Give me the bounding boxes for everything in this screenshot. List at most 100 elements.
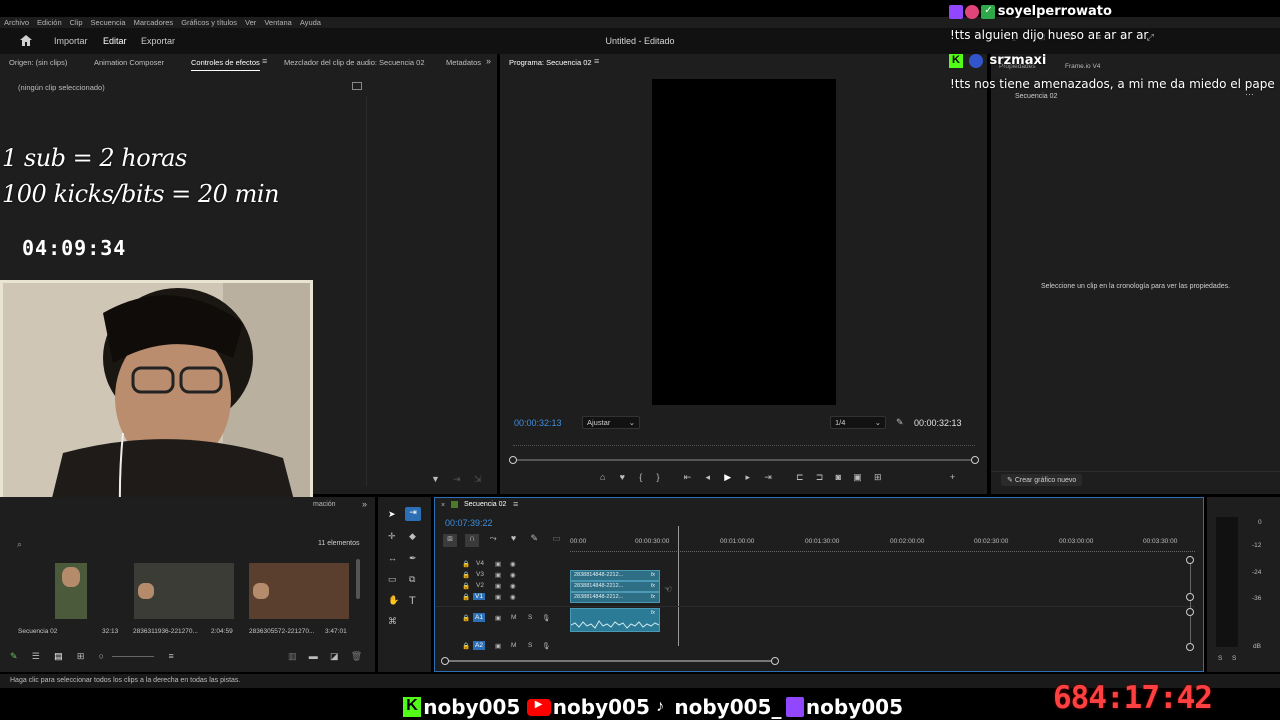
project-scrollbar[interactable]: [356, 559, 360, 599]
menu-archivo[interactable]: Archivo: [4, 18, 29, 27]
sequence-tab[interactable]: Secuencia 02: [464, 501, 506, 508]
tab-audio-mixer[interactable]: Mezclador del clip de audio: Secuencia 0…: [284, 58, 425, 67]
program-video-frame[interactable]: [652, 79, 836, 405]
new-item-icon[interactable]: ◪: [330, 651, 339, 661]
track-label[interactable]: A1: [473, 613, 485, 622]
icon-view-icon[interactable]: ▤: [54, 651, 63, 661]
eye-icon[interactable]: ◉: [510, 593, 516, 601]
clip-v3[interactable]: 2838814848-2212... fx: [570, 570, 660, 581]
automate-icon[interactable]: ▥: [288, 651, 297, 661]
lock-icon[interactable]: 🔒: [462, 642, 470, 650]
go-to-in-icon[interactable]: ⇤: [684, 472, 692, 482]
menu-ventana[interactable]: Ventana: [264, 18, 292, 27]
track-label[interactable]: V1: [473, 593, 485, 600]
more-tabs-icon[interactable]: »: [362, 500, 367, 509]
program-menu-icon[interactable]: ≡: [594, 57, 599, 66]
program-scroll-bar[interactable]: [513, 459, 975, 461]
menu-ayuda[interactable]: Ayuda: [300, 18, 321, 27]
caption-tool-icon[interactable]: ⌘: [388, 617, 397, 626]
pen-tool-icon[interactable]: ✒: [409, 554, 417, 563]
program-ruler[interactable]: [513, 440, 975, 446]
close-icon[interactable]: ×: [441, 502, 445, 509]
sync-lock-icon[interactable]: ▣: [495, 642, 501, 650]
zoom-slider[interactable]: [112, 656, 155, 658]
add-button-icon[interactable]: +: [950, 472, 955, 482]
microphone-icon[interactable]: 🎙: [542, 642, 550, 650]
menu-edicion[interactable]: Edición: [37, 18, 62, 27]
sort-icon[interactable]: ≡: [169, 651, 174, 661]
export-frame-icon[interactable]: ⇲: [474, 475, 482, 484]
timeline-timecode[interactable]: 00:07:39:22: [445, 518, 493, 528]
list-view-icon[interactable]: ☰: [32, 651, 40, 661]
freeform-view-icon[interactable]: ⊞: [77, 651, 85, 661]
timeline-vertical-scroll[interactable]: [1190, 558, 1191, 648]
microphone-icon[interactable]: 🎙: [542, 614, 550, 622]
lift-icon[interactable]: ⊏: [796, 472, 804, 482]
menu-secuencia[interactable]: Secuencia: [91, 18, 126, 27]
fit-select[interactable]: Ajustar ⌄: [582, 416, 640, 429]
razor-tool-icon[interactable]: ◆: [409, 532, 416, 541]
clip-v1[interactable]: 2838814848-2212... fx: [570, 592, 660, 603]
hand-tool-icon[interactable]: ✋: [388, 596, 399, 605]
sync-lock-icon[interactable]: ▣: [495, 614, 501, 622]
nest-icon[interactable]: ⧈: [443, 534, 457, 547]
lock-icon[interactable]: 🔒: [462, 582, 470, 590]
menu-ver[interactable]: Ver: [245, 18, 256, 27]
search-icon[interactable]: ⌕: [17, 539, 22, 550]
solo-button[interactable]: S: [528, 614, 532, 621]
eye-icon[interactable]: ◉: [510, 571, 516, 579]
mark-out-icon[interactable]: }: [657, 472, 660, 482]
pencil-icon[interactable]: ✎: [10, 651, 18, 661]
new-bin-icon[interactable]: ▬: [309, 651, 318, 661]
selection-tool-icon[interactable]: ➤: [388, 510, 396, 519]
thumb-sequence[interactable]: [55, 563, 87, 619]
play-only-icon[interactable]: ⇥: [453, 475, 461, 484]
collapse-icon[interactable]: [352, 82, 362, 90]
filter-icon[interactable]: ▼: [431, 475, 440, 484]
track-select-tool-icon[interactable]: ⇥: [405, 507, 421, 521]
tab-source[interactable]: Origen: (sin clips): [9, 58, 67, 67]
scroll-handle-left[interactable]: [509, 456, 517, 464]
add-marker-icon[interactable]: ♥: [620, 472, 625, 482]
slip-tool-icon[interactable]: ↔: [388, 554, 397, 563]
program-title[interactable]: Programa: Secuencia 02: [509, 58, 592, 67]
trash-icon[interactable]: 🗑: [351, 651, 362, 661]
playhead[interactable]: [678, 526, 679, 646]
vscroll-handle[interactable]: [1186, 593, 1194, 601]
program-timecode-current[interactable]: 00:00:32:13: [514, 418, 562, 428]
vscroll-handle[interactable]: [1186, 643, 1194, 651]
mute-button[interactable]: M: [511, 614, 516, 621]
solo-button[interactable]: S: [528, 642, 532, 649]
vscroll-handle[interactable]: [1186, 556, 1194, 564]
rectangle-tool-icon[interactable]: ▭: [388, 575, 397, 584]
sync-lock-icon[interactable]: ▣: [495, 571, 501, 579]
track-label[interactable]: V2: [476, 582, 484, 589]
sync-lock-icon[interactable]: ▣: [495, 582, 501, 590]
track-label[interactable]: V3: [476, 571, 484, 578]
mute-button[interactable]: M: [511, 642, 516, 649]
new-graphic-button[interactable]: ✎ Crear gráfico nuevo: [1001, 474, 1083, 486]
go-to-out-icon[interactable]: ⇥: [764, 472, 772, 482]
track-label[interactable]: V4: [476, 560, 484, 567]
lock-icon[interactable]: 🔒: [462, 614, 470, 622]
ripple-edit-icon[interactable]: ✛: [388, 532, 396, 541]
wrench-icon[interactable]: ✎: [896, 418, 904, 427]
remix-tool-icon[interactable]: ⧉: [409, 575, 415, 584]
thumb-clip-2[interactable]: [249, 563, 349, 619]
add-marker-icon[interactable]: ♥: [511, 533, 516, 543]
timeline-ruler[interactable]: 00:00 00:00:30:00 00:01:00:00 00:01:30:0…: [570, 538, 1195, 552]
camera-icon[interactable]: ◙: [836, 472, 841, 482]
meter-solo-button[interactable]: S: [1218, 655, 1222, 662]
timeline-horizontal-scroll[interactable]: [445, 660, 775, 662]
sequence-menu-icon[interactable]: ≡: [513, 500, 518, 509]
hscroll-handle-right[interactable]: [771, 657, 779, 665]
menu-marcadores[interactable]: Marcadores: [134, 18, 174, 27]
eye-icon[interactable]: ◉: [510, 582, 516, 590]
menu-clip[interactable]: Clip: [70, 18, 83, 27]
thumb-clip-1[interactable]: [134, 563, 234, 619]
menu-graficos[interactable]: Gráficos y títulos: [181, 18, 237, 27]
captions-icon[interactable]: ▭: [552, 533, 561, 543]
step-forward-icon[interactable]: ▸: [745, 472, 750, 482]
meter-solo-button[interactable]: S: [1232, 655, 1236, 662]
tab-metadata[interactable]: Metadatos: [446, 58, 481, 67]
